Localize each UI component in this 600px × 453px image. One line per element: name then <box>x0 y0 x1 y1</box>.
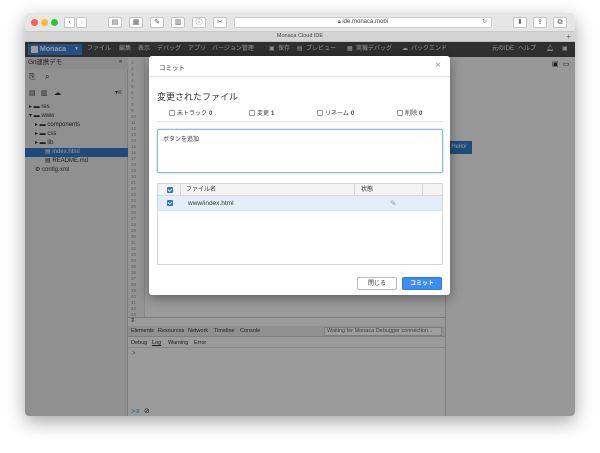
lock-icon: 🔒︎ <box>337 19 341 25</box>
column-status: 状態 <box>361 187 374 193</box>
pencil-icon: ✎ <box>390 199 397 208</box>
column-divider <box>354 184 355 196</box>
stat-count: 0 <box>419 111 423 117</box>
stat-count: 0 <box>350 111 355 117</box>
row-checkbox[interactable] <box>167 200 173 206</box>
tools-icon[interactable]: ✂ <box>213 17 227 28</box>
zoom-window-button[interactable] <box>51 19 58 26</box>
reader-icon[interactable]: ▦ <box>129 17 143 28</box>
column-file-name: ファイル名 <box>186 187 217 193</box>
stat-label: 削除 <box>405 111 418 117</box>
select-all-checkbox[interactable] <box>167 187 173 193</box>
stat-label: リネーム <box>325 111 349 117</box>
new-tab-icon[interactable]: + <box>566 32 571 41</box>
changed-files-heading: 変更されたファイル <box>157 92 239 102</box>
stat-renamed: リネーム 0 <box>317 108 354 117</box>
close-icon[interactable]: × <box>435 60 441 71</box>
column-divider <box>422 184 423 196</box>
url-text: ide.monaca.mobi <box>342 19 389 25</box>
stat-modified: 変更 1 <box>249 108 274 117</box>
share-icon[interactable]: ⇪ <box>533 17 547 28</box>
stat-deleted: 削除 0 <box>397 108 422 117</box>
stat-untracked: 未トラック 0 <box>169 108 212 117</box>
forward-button[interactable]: › <box>76 17 87 28</box>
commit-message-input[interactable]: ボタンを追加 <box>157 129 443 173</box>
tabs-icon[interactable]: ⧉ <box>553 17 567 28</box>
tab-bar: Monaca Cloud IDE + <box>25 32 575 42</box>
minimize-window-button[interactable] <box>41 19 48 26</box>
commit-dialog: コミット × 変更されたファイル 未トラック 0 変更 1 リネーム 0 削除 0 ボタ… <box>149 56 450 295</box>
download-icon[interactable]: ⬇ <box>513 17 527 28</box>
stat-count: 0 <box>209 111 213 117</box>
dialog-footer: 閉じる コミット <box>149 272 450 295</box>
rename-icon <box>317 110 323 116</box>
dialog-header: コミット × <box>149 56 450 77</box>
row-file-name: www/index.html <box>188 200 234 207</box>
back-button[interactable]: ‹ <box>64 17 75 28</box>
commit-button[interactable]: コミット <box>402 277 442 290</box>
close-window-button[interactable] <box>31 19 38 26</box>
stat-label: 未トラック <box>177 111 208 117</box>
browser-window: ‹ › ▤ ▦ ✎ ▥ ⓘ ✂ 🔒︎ ide.monaca.mobi ↻ ⬇ ⇪… <box>25 13 575 416</box>
address-bar[interactable]: 🔒︎ ide.monaca.mobi ↻ <box>234 17 492 28</box>
pen-icon[interactable]: ✎ <box>150 17 164 28</box>
file-table-header: ファイル名 状態 <box>158 184 442 196</box>
stat-label: 変更 <box>257 111 270 117</box>
notes-icon[interactable]: ▥ <box>171 17 185 28</box>
pencil-icon <box>249 110 255 116</box>
sidebar-icon[interactable]: ▤ <box>108 17 122 28</box>
column-divider <box>180 184 181 196</box>
change-stats: 未トラック 0 変更 1 リネーム 0 削除 0 <box>157 108 443 122</box>
close-button[interactable]: 閉じる <box>357 277 397 290</box>
browser-toolbar: ‹ › ▤ ▦ ✎ ▥ ⓘ ✂ 🔒︎ ide.monaca.mobi ↻ ⬇ ⇪… <box>25 13 575 32</box>
untracked-icon <box>169 110 175 116</box>
stat-count: 1 <box>271 111 275 117</box>
info-icon[interactable]: ⓘ <box>192 17 206 28</box>
delete-icon <box>397 110 403 116</box>
file-table: ファイル名 状態 www/index.html ✎ <box>157 183 443 265</box>
table-row[interactable]: www/index.html ✎ <box>158 196 442 211</box>
dialog-title: コミット <box>159 65 185 72</box>
reload-icon[interactable]: ↻ <box>482 18 487 27</box>
tab-title[interactable]: Monaca Cloud IDE <box>277 33 323 39</box>
